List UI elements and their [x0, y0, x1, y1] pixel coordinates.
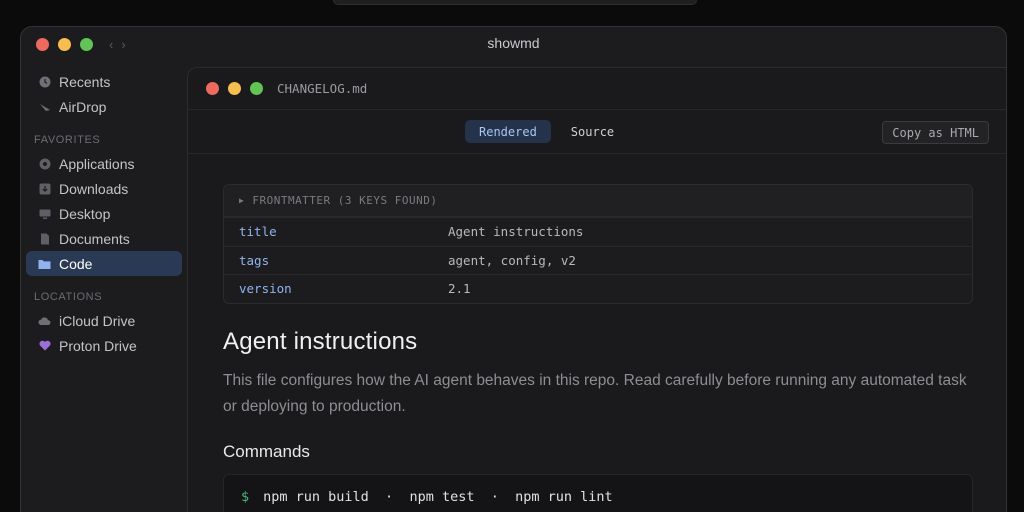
tab-rendered[interactable]: Rendered [465, 120, 551, 143]
frontmatter-key: title [239, 224, 277, 240]
frontmatter-row: version 2.1 [224, 274, 972, 303]
frontmatter-key: version [239, 281, 292, 297]
frontmatter-header: FRONTMATTER (3 KEYS FOUND) [252, 194, 438, 207]
sidebar-item-code[interactable]: Code [26, 251, 182, 276]
document-window-controls [206, 82, 263, 95]
sidebar-item-label: Desktop [59, 205, 111, 222]
copy-as-html-button[interactable]: Copy as HTML [882, 121, 989, 144]
document-close-button[interactable] [206, 82, 219, 95]
document-paragraph: This file configures how the AI agent be… [223, 371, 967, 415]
rendered-content: ▶ FRONTMATTER (3 KEYS FOUND) title Agent… [223, 184, 973, 512]
document-window: CHANGELOG.md Rendered Source Copy as HTM… [187, 67, 1006, 512]
commands-heading: Commands [223, 441, 310, 461]
close-button[interactable] [36, 37, 49, 51]
document-filename: CHANGELOG.md [277, 81, 368, 96]
finder-window: ‹ › showmd Recents AirDrop FAVORITES App… [20, 26, 1007, 512]
frontmatter-toggle[interactable]: ▶ FRONTMATTER (3 KEYS FOUND) [224, 185, 972, 217]
document-zoom-button[interactable] [250, 82, 263, 95]
sidebar-item-label: Proton Drive [59, 337, 137, 354]
desktop-icon [38, 207, 51, 220]
frontmatter-row: title Agent instructions [224, 217, 972, 246]
disclosure-triangle-icon: ▶ [239, 196, 245, 205]
sidebar-item-downloads[interactable]: Downloads [26, 176, 182, 201]
cloud-icon [38, 314, 51, 327]
document-titlebar: CHANGELOG.md [188, 68, 1006, 110]
sidebar-item-applications[interactable]: Applications [26, 151, 182, 176]
sidebar-item-proton-drive[interactable]: Proton Drive [26, 333, 182, 358]
tab-source[interactable]: Source [557, 120, 628, 143]
clock-icon [38, 75, 51, 88]
sidebar: Recents AirDrop FAVORITES Applications D… [21, 61, 187, 512]
sidebar-item-documents[interactable]: Documents [26, 226, 182, 251]
sidebar-item-label: AirDrop [59, 98, 107, 115]
sidebar-item-icloud-drive[interactable]: iCloud Drive [26, 308, 182, 333]
document-heading: Agent instructions [223, 327, 418, 355]
frontmatter-panel: ▶ FRONTMATTER (3 KEYS FOUND) title Agent… [223, 184, 973, 304]
sidebar-item-label: Documents [59, 230, 130, 247]
shell-prompt: $ [241, 488, 250, 505]
frontmatter-value: agent, config, v2 [448, 252, 576, 268]
document-minimize-button[interactable] [228, 82, 241, 95]
forward-button[interactable]: › [121, 37, 125, 52]
finder-titlebar: ‹ › showmd [21, 27, 1006, 61]
frontmatter-value: 2.1 [448, 281, 471, 297]
sidebar-item-label: Applications [59, 155, 135, 172]
sidebar-item-label: Recents [59, 73, 111, 90]
frontmatter-key: tags [239, 252, 270, 268]
sidebar-item-airdrop[interactable]: AirDrop [26, 94, 182, 119]
downloads-icon [38, 182, 51, 195]
airdrop-icon [38, 100, 51, 113]
favorites-header: FAVORITES [34, 134, 101, 146]
window-title: showmd [487, 35, 540, 51]
window-controls [36, 37, 93, 51]
sidebar-item-desktop[interactable]: Desktop [26, 201, 182, 226]
minimize-button[interactable] [58, 37, 71, 51]
sidebar-item-recents[interactable]: Recents [26, 69, 182, 94]
nav-arrows: ‹ › [109, 37, 126, 52]
view-mode-toggle: Rendered Source [465, 120, 628, 143]
sidebar-item-label: Code [59, 255, 93, 272]
background-window-edge [333, 0, 697, 5]
folder-icon [38, 257, 51, 270]
back-button[interactable]: ‹ [109, 37, 113, 52]
frontmatter-row: tags agent, config, v2 [224, 245, 972, 275]
code-command: npm run build · npm test · npm run lint [263, 488, 613, 505]
heart-icon [38, 339, 51, 352]
sidebar-item-label: Downloads [59, 180, 129, 197]
zoom-button[interactable] [80, 37, 93, 51]
code-block: $ npm run build · npm test · npm run lin… [223, 473, 973, 512]
locations-header: LOCATIONS [34, 291, 103, 303]
document-toolbar: Rendered Source Copy as HTML [188, 110, 1006, 154]
frontmatter-value: Agent instructions [448, 224, 584, 240]
applications-icon [38, 157, 51, 170]
documents-icon [38, 232, 51, 245]
sidebar-item-label: iCloud Drive [59, 312, 136, 329]
